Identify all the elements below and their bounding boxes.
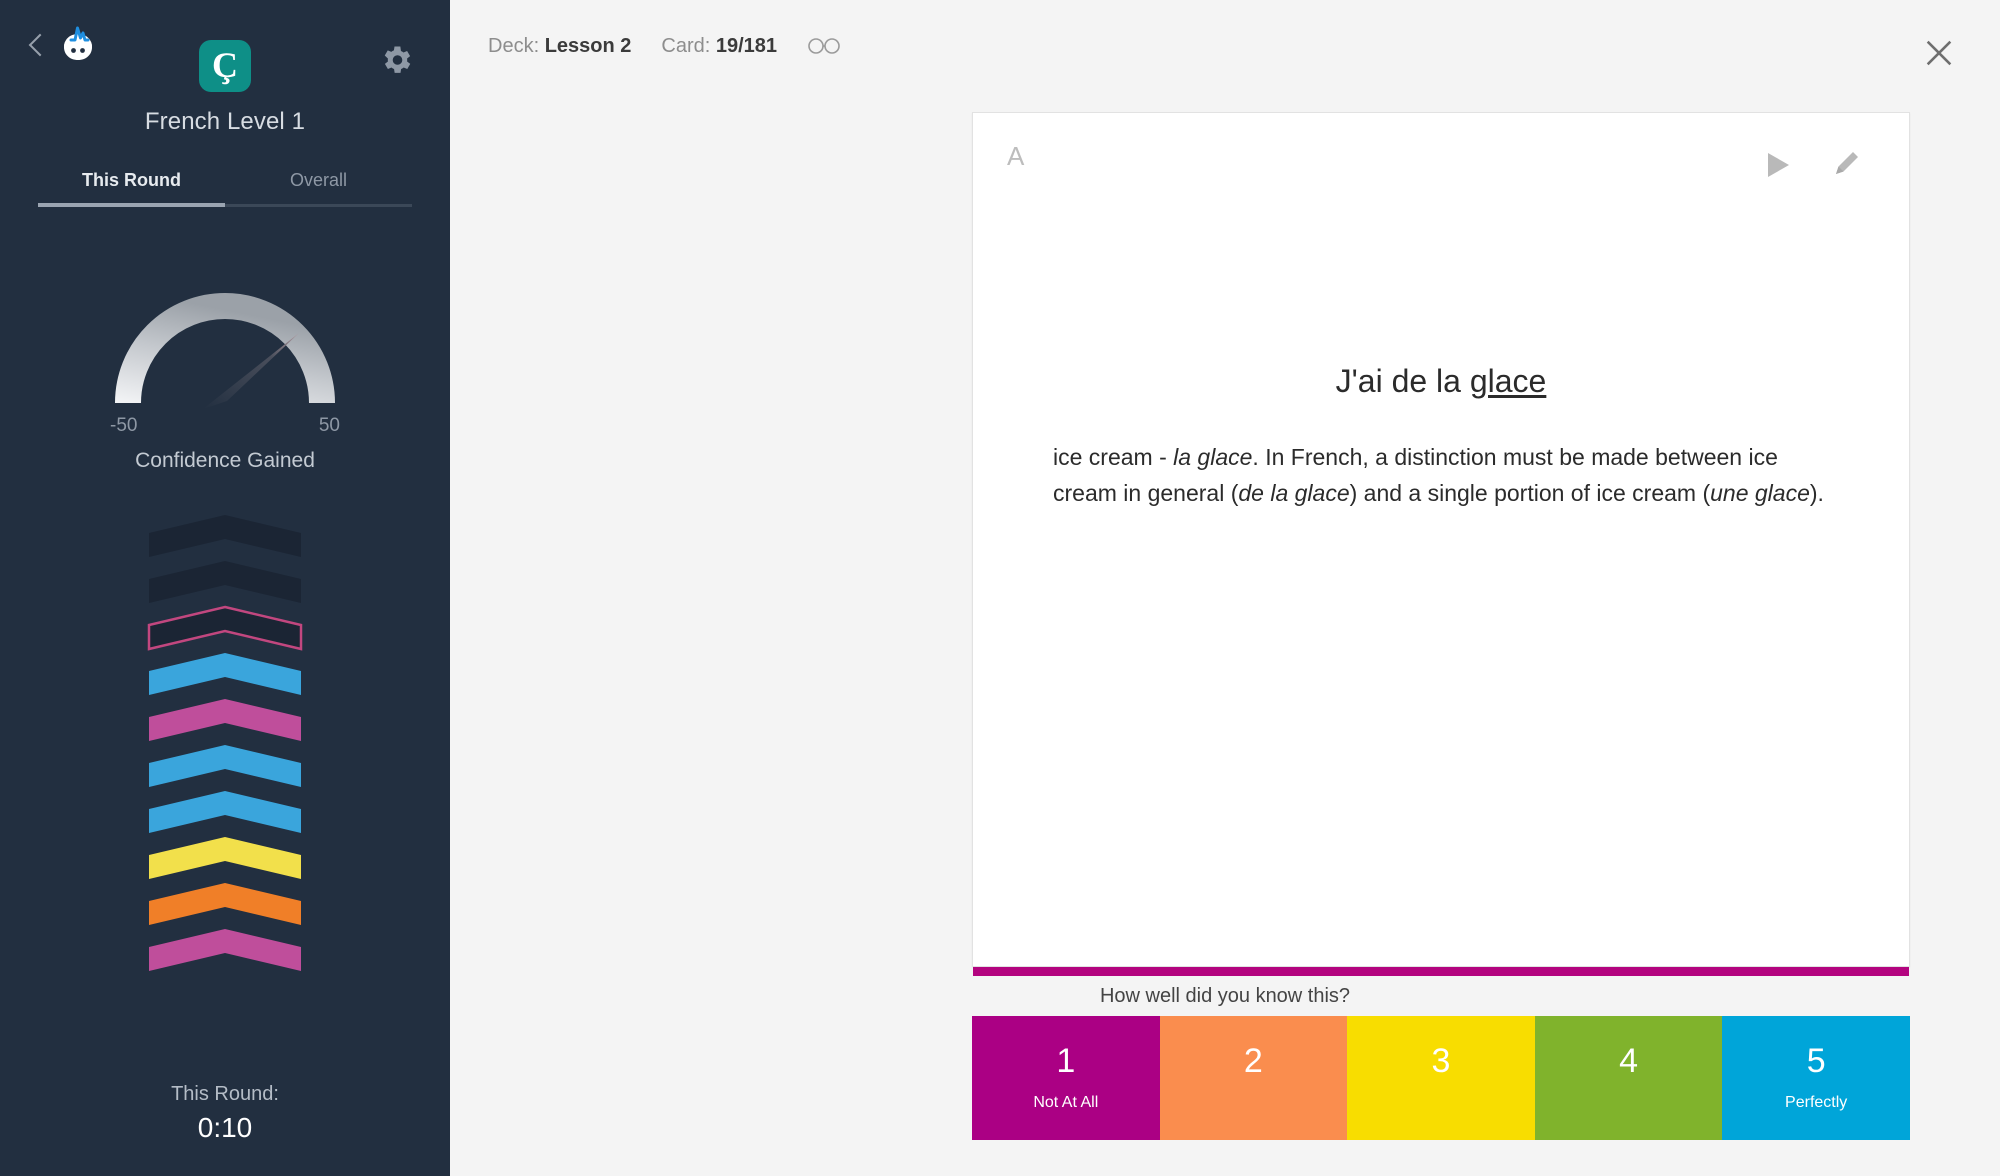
- course-title: French Level 1: [144, 108, 306, 135]
- rating-button-1[interactable]: 1 Not At All: [972, 1016, 1160, 1140]
- tab-this-round[interactable]: This Round: [38, 170, 225, 207]
- card-toolbar: A: [973, 113, 1909, 183]
- round-label: This Round:: [171, 1083, 279, 1105]
- gauge-caption: Confidence Gained: [135, 449, 315, 472]
- sidebar: Ç French Level 1 This Round Overall -50 …: [0, 0, 450, 1176]
- card-value: 19/181: [715, 34, 778, 57]
- app-root: Ç French Level 1 This Round Overall -50 …: [0, 0, 2000, 1176]
- glasses-icon[interactable]: [807, 36, 841, 56]
- explanation-part-3: de la glace: [1238, 479, 1350, 506]
- stats-tabs: This Round Overall: [38, 170, 412, 207]
- main-header: Deck: Lesson 2 Card: 19/181: [450, 0, 2000, 92]
- app-icon-letter: Ç: [212, 45, 238, 85]
- deck-label: Deck:: [488, 34, 540, 57]
- explanation-part-1: la glace: [1173, 444, 1253, 470]
- rating-number: 5: [1806, 1042, 1826, 1080]
- card-side-letter: A: [1007, 141, 1025, 171]
- rating-number: 3: [1431, 1042, 1451, 1080]
- card-progress-bar: [973, 967, 1909, 976]
- explanation-part-4: ) and a single portion of ice cream (: [1349, 479, 1711, 506]
- rating-number: 4: [1619, 1042, 1639, 1080]
- deck-value: Lesson 2: [544, 34, 632, 57]
- card-meta: Card: 19/181: [661, 35, 777, 58]
- round-footer: This Round: 0:10: [0, 1083, 450, 1144]
- gear-icon[interactable]: [378, 42, 414, 78]
- main-panel: Deck: Lesson 2 Card: 19/181 A J'ai de la…: [450, 0, 2000, 1176]
- close-icon[interactable]: [1922, 36, 1956, 70]
- app-icon[interactable]: Ç: [199, 40, 251, 92]
- rating-buttons: 1 Not At All 2 3 4 5 Perfectly: [972, 1016, 1910, 1140]
- card-content: J'ai de la glace ice cream - la glace. I…: [973, 363, 1909, 511]
- card-label: Card:: [661, 34, 711, 57]
- rating-sublabel: Not At All: [1033, 1094, 1099, 1111]
- gauge-min-label: -50: [110, 415, 138, 436]
- pencil-icon[interactable]: [1831, 149, 1861, 179]
- gauge-scale-labels: -50 50: [110, 415, 340, 437]
- mascot-logo-icon[interactable]: [54, 22, 102, 70]
- prompt-target-word: glace: [1469, 363, 1547, 399]
- deck-meta: Deck: Lesson 2: [488, 35, 631, 58]
- rating-button-3[interactable]: 3: [1347, 1016, 1535, 1140]
- confidence-gauge: [0, 241, 450, 411]
- explanation-part-6: ).: [1809, 479, 1824, 506]
- chevron-progress-stack: [145, 511, 305, 971]
- rating-button-2[interactable]: 2: [1159, 1016, 1348, 1140]
- rating-number: 2: [1243, 1042, 1263, 1080]
- rating-number: 1: [1056, 1042, 1076, 1080]
- sidebar-topbar: Ç: [0, 0, 450, 92]
- tab-overall[interactable]: Overall: [225, 170, 412, 207]
- card-prompt: J'ai de la glace: [1053, 363, 1829, 400]
- gauge-svg: [115, 259, 335, 409]
- gauge-max-label: 50: [318, 415, 340, 436]
- explanation-part-5: une glace: [1710, 479, 1810, 506]
- rating-sublabel: Perfectly: [1785, 1094, 1848, 1111]
- rating-button-4[interactable]: 4: [1534, 1016, 1723, 1140]
- explanation-part-0: ice cream -: [1053, 444, 1174, 470]
- rating-button-5[interactable]: 5 Perfectly: [1722, 1016, 1910, 1140]
- card-explanation: ice cream - la glace. In French, a disti…: [1053, 440, 1829, 511]
- flashcard: A J'ai de la glace ice cream - la glace.…: [972, 112, 1910, 976]
- prompt-text: J'ai de la: [1335, 363, 1470, 399]
- chevron-10: [149, 929, 301, 971]
- back-chevron-icon[interactable]: [26, 30, 46, 62]
- rating-question: How well did you know this?: [1099, 985, 1351, 1007]
- round-timer: 0:10: [197, 1112, 253, 1143]
- tabs-active-indicator: [38, 203, 225, 207]
- play-icon[interactable]: [1765, 151, 1791, 179]
